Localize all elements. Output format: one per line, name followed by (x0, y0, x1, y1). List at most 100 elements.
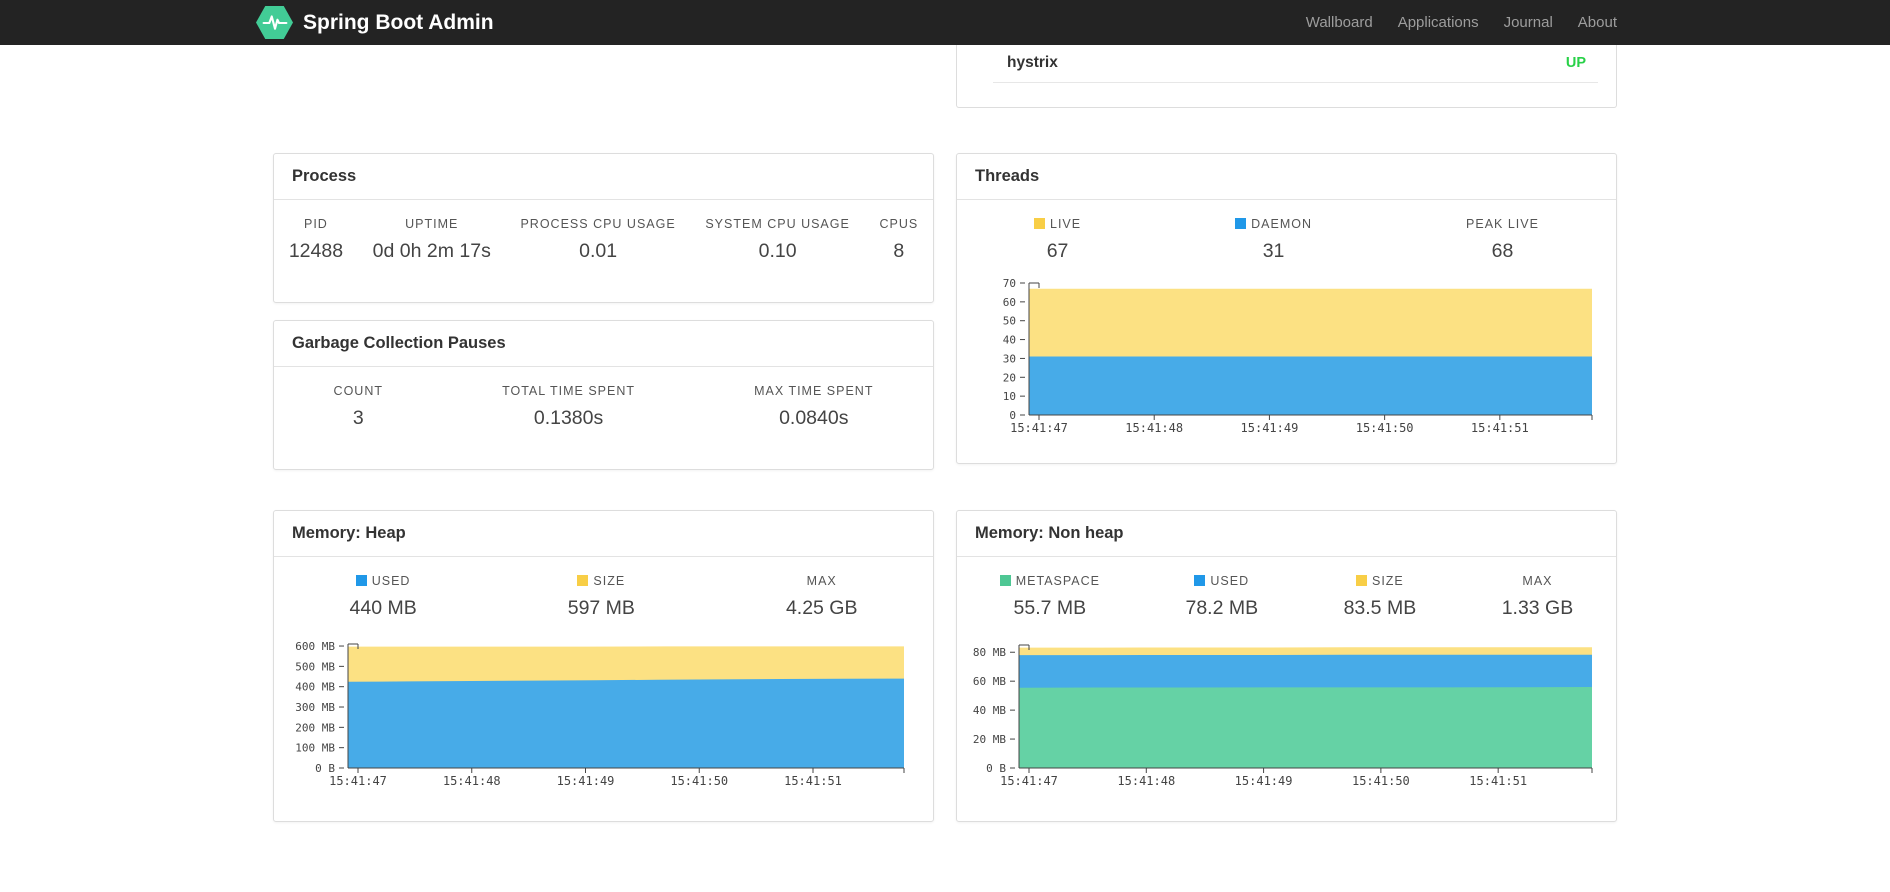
stat-value: 0.0840s (779, 407, 849, 429)
svg-text:200 MB: 200 MB (295, 721, 335, 734)
stat-label: UPTIME (405, 217, 459, 231)
svg-text:50: 50 (1003, 315, 1016, 328)
stat-uptime: UPTIME 0d 0h 2m 17s (373, 217, 491, 263)
brand-title: Spring Boot Admin (303, 10, 494, 34)
svg-text:15:41:48: 15:41:48 (443, 774, 501, 788)
stat-label: MAX TIME SPENT (754, 384, 874, 398)
stat-label: CPUS (879, 217, 919, 231)
svg-text:15:41:50: 15:41:50 (670, 774, 728, 788)
stat-label: MAX (806, 574, 837, 588)
svg-text:15:41:48: 15:41:48 (1125, 421, 1183, 435)
svg-text:30: 30 (1003, 352, 1016, 365)
left-column: Process PID 12488 UPTIME 0d 0h 2m 17s PROCES… (273, 45, 934, 822)
stat-value: 440 MB (349, 597, 417, 619)
stat-value: 55.7 MB (1013, 597, 1087, 619)
svg-text:15:41:50: 15:41:50 (1352, 774, 1410, 788)
svg-text:0 B: 0 B (315, 762, 335, 775)
stat-process-cpu-usage: PROCESS CPU USAGE 0.01 (520, 217, 675, 263)
stat-label: DAEMON (1235, 217, 1312, 231)
stat-label: USED (1185, 574, 1258, 588)
stat-label: USED (350, 574, 417, 588)
card-title: Threads (957, 154, 1616, 200)
svg-text:300 MB: 300 MB (295, 701, 335, 714)
nav-item-journal[interactable]: Journal (1504, 14, 1553, 31)
stat-max-time-spent: MAX TIME SPENT 0.0840s (754, 384, 873, 430)
svg-text:500 MB: 500 MB (295, 660, 335, 673)
health-row-hystrix[interactable]: hystrix UP (957, 45, 1616, 82)
stat-value: 3 (352, 407, 364, 429)
right-column: hystrix UP Threads LIVE 67 DAEMON 31 PEAK LI… (956, 45, 1617, 822)
legend-swatch-icon (355, 575, 367, 586)
stat-label: SYSTEM CPU USAGE (705, 217, 850, 231)
legend-swatch-icon (1235, 218, 1247, 229)
stat-max: MAX 1.33 GB (1502, 574, 1574, 620)
svg-text:40 MB: 40 MB (973, 704, 1006, 717)
nav-item-wallboard[interactable]: Wallboard (1306, 14, 1373, 31)
stat-label: SIZE (1344, 574, 1417, 588)
legend-swatch-icon (1034, 218, 1045, 229)
svg-text:100 MB: 100 MB (295, 742, 335, 755)
svg-text:20 MB: 20 MB (973, 733, 1006, 746)
svg-text:15:41:49: 15:41:49 (557, 774, 615, 788)
stat-label: TOTAL TIME SPENT (502, 384, 636, 398)
legend-swatch-icon (577, 575, 589, 586)
stat-value: 0d 0h 2m 17s (372, 240, 491, 262)
svg-text:0 B: 0 B (986, 762, 1006, 775)
nav-links: Wallboard Applications Journal About (1306, 14, 1617, 31)
stat-label: PID (304, 217, 328, 231)
svg-text:15:41:51: 15:41:51 (1469, 774, 1527, 788)
svg-text:10: 10 (1003, 390, 1016, 403)
card-process: Process PID 12488 UPTIME 0d 0h 2m 17s PROCES… (273, 153, 934, 303)
stat-value: 68 (1491, 240, 1514, 262)
stat-value: 78.2 MB (1185, 597, 1259, 619)
brand[interactable]: Spring Boot Admin (256, 6, 494, 39)
legend-swatch-icon (1194, 575, 1206, 586)
stat-value: 12488 (288, 240, 344, 262)
stat-value: 597 MB (567, 597, 635, 619)
svg-text:400 MB: 400 MB (295, 681, 335, 694)
svg-text:80 MB: 80 MB (973, 646, 1006, 659)
stat-metaspace: METASPACE 55.7 MB (999, 574, 1100, 620)
svg-text:15:41:48: 15:41:48 (1117, 774, 1175, 788)
stat-used: USED 78.2 MB (1185, 574, 1258, 620)
nav-item-applications[interactable]: Applications (1398, 14, 1479, 31)
stat-value: 0.1380s (533, 407, 604, 429)
stat-value: 4.25 GB (785, 597, 858, 619)
stat-value: 67 (1046, 240, 1069, 262)
card-memory-nonheap: Memory: Non heap METASPACE 55.7 MB USED 78.… (956, 510, 1617, 822)
legend-swatch-icon (1355, 575, 1367, 586)
card-title: Memory: Non heap (957, 511, 1616, 557)
stat-value: 83.5 MB (1343, 597, 1417, 619)
svg-text:15:41:50: 15:41:50 (1356, 421, 1414, 435)
svg-text:60: 60 (1003, 296, 1016, 309)
svg-text:15:41:47: 15:41:47 (329, 774, 387, 788)
svg-text:15:41:49: 15:41:49 (1235, 774, 1293, 788)
stat-value: 0.01 (579, 240, 618, 262)
stat-live: LIVE 67 (1034, 217, 1081, 263)
heap-stats-row: USED 440 MB SIZE 597 MB MAX 4.25 GB (274, 557, 933, 620)
card-memory-heap: Memory: Heap USED 440 MB SIZE 597 MB MAX 4.25… (273, 510, 934, 822)
svg-text:70: 70 (1003, 277, 1016, 290)
stat-value: 1.33 GB (1501, 597, 1574, 619)
stat-label: PEAK LIVE (1466, 217, 1539, 231)
process-stats-row: PID 12488 UPTIME 0d 0h 2m 17s PROCESS CPU US… (274, 200, 933, 263)
card-title: Memory: Heap (274, 511, 933, 557)
pulse-logo-icon (256, 6, 293, 39)
stat-label: MAX (1522, 574, 1553, 588)
svg-text:20: 20 (1003, 371, 1016, 384)
svg-text:15:41:47: 15:41:47 (1000, 774, 1058, 788)
stat-total-time-spent: TOTAL TIME SPENT 0.1380s (502, 384, 635, 430)
stat-size: SIZE 597 MB (568, 574, 635, 620)
status-badge: UP (1565, 55, 1586, 71)
stat-label: PROCESS CPU USAGE (520, 217, 676, 231)
legend-swatch-icon (999, 575, 1011, 586)
card-threads: Threads LIVE 67 DAEMON 31 PEAK LIVE 68 0 10 20 3… (956, 153, 1617, 464)
svg-text:15:41:51: 15:41:51 (784, 774, 842, 788)
nav-item-about[interactable]: About (1578, 14, 1617, 31)
card-garbage-collection: Garbage Collection Pauses COUNT 3 TOTAL TI… (273, 320, 934, 470)
stat-value: 31 (1262, 240, 1285, 262)
stat-used: USED 440 MB (350, 574, 417, 620)
card-title: Garbage Collection Pauses (274, 321, 933, 367)
stat-count: COUNT 3 (334, 384, 383, 430)
stat-peak-live: PEAK LIVE 68 (1466, 217, 1539, 263)
